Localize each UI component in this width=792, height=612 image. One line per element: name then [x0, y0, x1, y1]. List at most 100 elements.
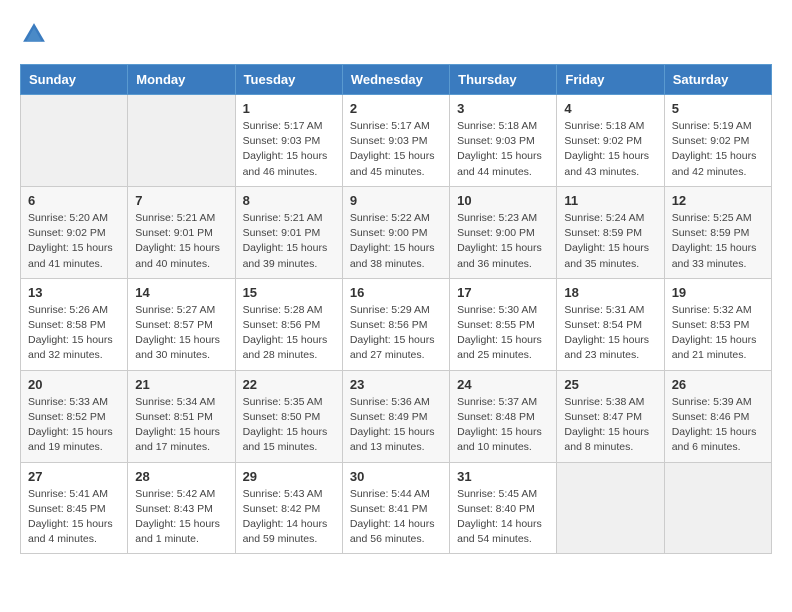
calendar-week-1: 1 Sunrise: 5:17 AM Sunset: 9:03 PM Daylig…: [21, 95, 772, 187]
day-number: 22: [243, 377, 335, 392]
day-info: Sunrise: 5:20 AM Sunset: 9:02 PM Dayligh…: [28, 211, 120, 272]
day-number: 7: [135, 193, 227, 208]
day-number: 13: [28, 285, 120, 300]
day-info: Sunrise: 5:33 AM Sunset: 8:52 PM Dayligh…: [28, 395, 120, 456]
day-info: Sunrise: 5:21 AM Sunset: 9:01 PM Dayligh…: [243, 211, 335, 272]
day-number: 3: [457, 101, 549, 116]
day-info: Sunrise: 5:28 AM Sunset: 8:56 PM Dayligh…: [243, 303, 335, 364]
day-info: Sunrise: 5:43 AM Sunset: 8:42 PM Dayligh…: [243, 487, 335, 548]
weekday-header-monday: Monday: [128, 65, 235, 95]
day-number: 18: [564, 285, 656, 300]
calendar-cell: [664, 462, 771, 554]
day-info: Sunrise: 5:41 AM Sunset: 8:45 PM Dayligh…: [28, 487, 120, 548]
day-info: Sunrise: 5:45 AM Sunset: 8:40 PM Dayligh…: [457, 487, 549, 548]
calendar-week-3: 13 Sunrise: 5:26 AM Sunset: 8:58 PM Dayli…: [21, 278, 772, 370]
day-number: 24: [457, 377, 549, 392]
weekday-header-saturday: Saturday: [664, 65, 771, 95]
calendar-cell: 30 Sunrise: 5:44 AM Sunset: 8:41 PM Dayli…: [342, 462, 449, 554]
calendar-cell: 7 Sunrise: 5:21 AM Sunset: 9:01 PM Daylig…: [128, 186, 235, 278]
day-info: Sunrise: 5:34 AM Sunset: 8:51 PM Dayligh…: [135, 395, 227, 456]
calendar-cell: 18 Sunrise: 5:31 AM Sunset: 8:54 PM Dayli…: [557, 278, 664, 370]
day-info: Sunrise: 5:44 AM Sunset: 8:41 PM Dayligh…: [350, 487, 442, 548]
calendar-cell: 27 Sunrise: 5:41 AM Sunset: 8:45 PM Dayli…: [21, 462, 128, 554]
calendar-table: SundayMondayTuesdayWednesdayThursdayFrid…: [20, 64, 772, 554]
day-info: Sunrise: 5:30 AM Sunset: 8:55 PM Dayligh…: [457, 303, 549, 364]
calendar-cell: [557, 462, 664, 554]
calendar-cell: 3 Sunrise: 5:18 AM Sunset: 9:03 PM Daylig…: [450, 95, 557, 187]
day-info: Sunrise: 5:19 AM Sunset: 9:02 PM Dayligh…: [672, 119, 764, 180]
day-info: Sunrise: 5:31 AM Sunset: 8:54 PM Dayligh…: [564, 303, 656, 364]
calendar-cell: 22 Sunrise: 5:35 AM Sunset: 8:50 PM Dayli…: [235, 370, 342, 462]
calendar-cell: [128, 95, 235, 187]
calendar-cell: 12 Sunrise: 5:25 AM Sunset: 8:59 PM Dayli…: [664, 186, 771, 278]
day-info: Sunrise: 5:25 AM Sunset: 8:59 PM Dayligh…: [672, 211, 764, 272]
day-number: 6: [28, 193, 120, 208]
calendar-cell: 15 Sunrise: 5:28 AM Sunset: 8:56 PM Dayli…: [235, 278, 342, 370]
day-number: 12: [672, 193, 764, 208]
day-number: 8: [243, 193, 335, 208]
day-info: Sunrise: 5:29 AM Sunset: 8:56 PM Dayligh…: [350, 303, 442, 364]
calendar-cell: 10Sunrise: 5:23 AM Sunset: 9:00 PM Dayli…: [450, 186, 557, 278]
weekday-header-wednesday: Wednesday: [342, 65, 449, 95]
calendar-cell: 17 Sunrise: 5:30 AM Sunset: 8:55 PM Dayli…: [450, 278, 557, 370]
calendar-cell: 24 Sunrise: 5:37 AM Sunset: 8:48 PM Dayli…: [450, 370, 557, 462]
day-info: Sunrise: 5:18 AM Sunset: 9:03 PM Dayligh…: [457, 119, 549, 180]
calendar-cell: 11Sunrise: 5:24 AM Sunset: 8:59 PM Dayli…: [557, 186, 664, 278]
logo: [20, 20, 52, 48]
day-info: Sunrise: 5:35 AM Sunset: 8:50 PM Dayligh…: [243, 395, 335, 456]
calendar-cell: 9Sunrise: 5:22 AM Sunset: 9:00 PM Daylig…: [342, 186, 449, 278]
day-number: 29: [243, 469, 335, 484]
calendar-cell: 1 Sunrise: 5:17 AM Sunset: 9:03 PM Daylig…: [235, 95, 342, 187]
day-number: 30: [350, 469, 442, 484]
day-info: Sunrise: 5:27 AM Sunset: 8:57 PM Dayligh…: [135, 303, 227, 364]
calendar-week-5: 27 Sunrise: 5:41 AM Sunset: 8:45 PM Dayli…: [21, 462, 772, 554]
weekday-header-sunday: Sunday: [21, 65, 128, 95]
day-info: Sunrise: 5:42 AM Sunset: 8:43 PM Dayligh…: [135, 487, 227, 548]
day-info: Sunrise: 5:17 AM Sunset: 9:03 PM Dayligh…: [243, 119, 335, 180]
day-number: 11: [564, 193, 656, 208]
calendar-week-2: 6 Sunrise: 5:20 AM Sunset: 9:02 PM Daylig…: [21, 186, 772, 278]
day-number: 27: [28, 469, 120, 484]
calendar-cell: 29 Sunrise: 5:43 AM Sunset: 8:42 PM Dayli…: [235, 462, 342, 554]
calendar-body: 1 Sunrise: 5:17 AM Sunset: 9:03 PM Daylig…: [21, 95, 772, 554]
day-info: Sunrise: 5:37 AM Sunset: 8:48 PM Dayligh…: [457, 395, 549, 456]
calendar-cell: 21 Sunrise: 5:34 AM Sunset: 8:51 PM Dayli…: [128, 370, 235, 462]
weekday-header-row: SundayMondayTuesdayWednesdayThursdayFrid…: [21, 65, 772, 95]
day-number: 14: [135, 285, 227, 300]
calendar-cell: [21, 95, 128, 187]
calendar-cell: 13 Sunrise: 5:26 AM Sunset: 8:58 PM Dayli…: [21, 278, 128, 370]
day-number: 25: [564, 377, 656, 392]
calendar-cell: 8 Sunrise: 5:21 AM Sunset: 9:01 PM Daylig…: [235, 186, 342, 278]
day-info: Sunrise: 5:36 AM Sunset: 8:49 PM Dayligh…: [350, 395, 442, 456]
weekday-header-friday: Friday: [557, 65, 664, 95]
day-number: 17: [457, 285, 549, 300]
day-number: 5: [672, 101, 764, 116]
logo-icon: [20, 20, 48, 48]
page-header: [20, 20, 772, 48]
calendar-cell: 23 Sunrise: 5:36 AM Sunset: 8:49 PM Dayli…: [342, 370, 449, 462]
weekday-header-thursday: Thursday: [450, 65, 557, 95]
day-number: 31: [457, 469, 549, 484]
day-info: Sunrise: 5:26 AM Sunset: 8:58 PM Dayligh…: [28, 303, 120, 364]
day-info: Sunrise: 5:39 AM Sunset: 8:46 PM Dayligh…: [672, 395, 764, 456]
day-info: Sunrise: 5:18 AM Sunset: 9:02 PM Dayligh…: [564, 119, 656, 180]
weekday-header-tuesday: Tuesday: [235, 65, 342, 95]
calendar-cell: 28Sunrise: 5:42 AM Sunset: 8:43 PM Dayli…: [128, 462, 235, 554]
day-number: 9: [350, 193, 442, 208]
day-number: 23: [350, 377, 442, 392]
day-number: 16: [350, 285, 442, 300]
day-number: 21: [135, 377, 227, 392]
calendar-cell: 2Sunrise: 5:17 AM Sunset: 9:03 PM Daylig…: [342, 95, 449, 187]
calendar-cell: 5 Sunrise: 5:19 AM Sunset: 9:02 PM Daylig…: [664, 95, 771, 187]
day-number: 20: [28, 377, 120, 392]
calendar-cell: 14 Sunrise: 5:27 AM Sunset: 8:57 PM Dayli…: [128, 278, 235, 370]
day-number: 15: [243, 285, 335, 300]
calendar-cell: 4Sunrise: 5:18 AM Sunset: 9:02 PM Daylig…: [557, 95, 664, 187]
calendar-cell: 20 Sunrise: 5:33 AM Sunset: 8:52 PM Dayli…: [21, 370, 128, 462]
day-number: 1: [243, 101, 335, 116]
calendar-cell: 16 Sunrise: 5:29 AM Sunset: 8:56 PM Dayli…: [342, 278, 449, 370]
day-info: Sunrise: 5:21 AM Sunset: 9:01 PM Dayligh…: [135, 211, 227, 272]
day-number: 2: [350, 101, 442, 116]
day-info: Sunrise: 5:23 AM Sunset: 9:00 PM Dayligh…: [457, 211, 549, 272]
calendar-cell: 25Sunrise: 5:38 AM Sunset: 8:47 PM Dayli…: [557, 370, 664, 462]
